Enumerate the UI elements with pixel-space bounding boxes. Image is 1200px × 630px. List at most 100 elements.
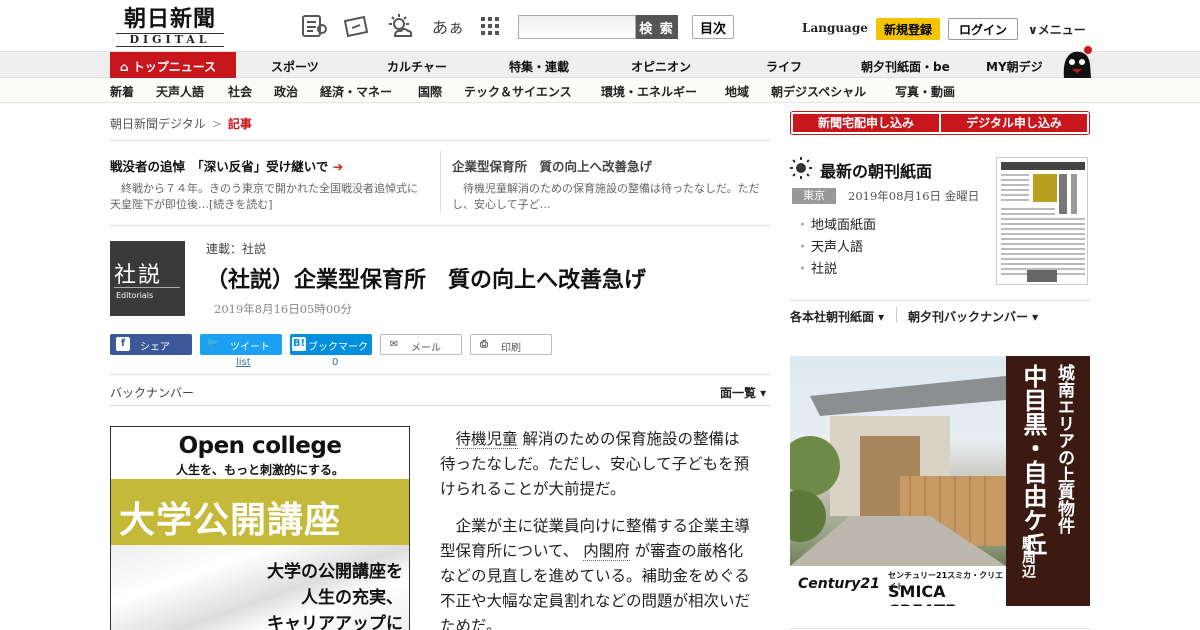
- subnav-special[interactable]: 朝デジスペシャル: [771, 83, 866, 100]
- logo-en: DIGITAL: [116, 33, 224, 47]
- bookmark-count[interactable]: 0: [332, 357, 338, 368]
- subnav-environment[interactable]: 環境・エネルギー: [601, 83, 697, 100]
- real-estate-ad[interactable]: Century21 センチュリー21スミカ・クリエイト SMICA CREATE…: [790, 356, 1090, 606]
- nav-item-my[interactable]: MY朝デジ: [986, 58, 1043, 75]
- edition-dropdown[interactable]: 各本社朝刊紙面 ▾: [790, 308, 884, 325]
- divider: [440, 151, 441, 213]
- divider: [110, 374, 770, 375]
- subnav-tensei[interactable]: 天声人語: [156, 83, 204, 100]
- language-link[interactable]: Language: [802, 21, 868, 35]
- divider: [790, 300, 1090, 301]
- twitter-icon: 🐦: [206, 338, 220, 349]
- nav-item-paper[interactable]: 朝夕刊紙面・be: [861, 58, 950, 75]
- nav-item-life[interactable]: ライフ: [766, 58, 802, 75]
- ad-vertical-text-1: 城南エリアの上質物件: [1054, 364, 1074, 534]
- apps-grid-icon[interactable]: [476, 12, 504, 40]
- ad-brand: SMICA CREATE: [888, 582, 956, 606]
- newspaper-thumbnail-graphic: [1001, 162, 1085, 282]
- front-page-thumbnail[interactable]: [996, 157, 1088, 285]
- open-college-ad[interactable]: Open college 人生を、もっと刺激的にする。 大学公開講座 大学の公開…: [110, 426, 410, 630]
- subnav-tech[interactable]: テック＆サイエンス: [464, 83, 572, 100]
- sun-icon: [790, 157, 812, 179]
- related-title[interactable]: 企業型保育所 質の向上へ改善急げ: [452, 156, 770, 175]
- mascot-icon[interactable]: [1058, 44, 1094, 78]
- ad-band: 大学公開講座: [111, 479, 409, 545]
- breadcrumb-separator: >: [211, 117, 222, 131]
- header-bar: 朝日新聞 DIGITAL あぁ 検 索 目次 Language 新規登録 ログイ…: [0, 0, 1200, 52]
- newspaper-icon[interactable]: [300, 12, 328, 40]
- article-title: （社説）企業型保育所 質の向上へ改善急げ: [206, 268, 647, 293]
- breadcrumb-current: 記事: [227, 117, 252, 131]
- tweet-count[interactable]: list: [236, 357, 251, 368]
- divider: [790, 628, 1090, 629]
- glossary-term[interactable]: 待機児童: [455, 430, 518, 449]
- subscribe-paper-button[interactable]: 新聞宅配申し込み: [793, 114, 939, 132]
- sidebar-link-editorial[interactable]: 社説: [796, 258, 837, 277]
- nav-item-opinion[interactable]: オピニオン: [631, 58, 691, 75]
- print-button[interactable]: ⎙ 印刷: [470, 334, 552, 355]
- subnav-politics[interactable]: 政治: [274, 83, 298, 100]
- ad-title: Open college: [178, 433, 342, 459]
- related-title[interactable]: 戦没者の追悼 「深い反省」受け継いで: [110, 159, 328, 174]
- editorial-thumbnail-en: Editorials: [116, 291, 154, 300]
- subnav-local[interactable]: 地域: [725, 83, 749, 100]
- subnav-new[interactable]: 新着: [110, 83, 134, 100]
- editorial-thumbnail: 社説 Editorials: [110, 241, 185, 316]
- related-article-current[interactable]: 企業型保育所 質の向上へ改善急げ 待機児童解消のための保育施設の整備は待ったなし…: [452, 156, 770, 213]
- morning-edition-date: 2019年08月16日 金曜日: [848, 189, 980, 203]
- century21-logo: Century21: [798, 576, 880, 592]
- print-icon: ⎙: [480, 339, 488, 350]
- related-article-prev[interactable]: 戦没者の追悼 「深い反省」受け継いで ➔ 終戦から７４年。きのう東京で開かれた全…: [110, 156, 428, 213]
- divider: [110, 405, 770, 406]
- nav-item-top-news[interactable]: ⌂ トップニュース: [110, 52, 236, 78]
- nav-item-culture[interactable]: カルチャー: [387, 58, 447, 75]
- search-button[interactable]: 検 索: [636, 15, 678, 39]
- ad-lower: 大学の公開講座を 人生の充実、 キャリアアップに: [111, 545, 409, 630]
- subnav-world[interactable]: 国際: [418, 83, 442, 100]
- backnumber-dropdown[interactable]: 朝夕刊バックナンバー ▾: [908, 308, 1038, 325]
- tweet-button[interactable]: 🐦 ツイート: [200, 334, 282, 355]
- glossary-term[interactable]: 内閣府: [583, 542, 630, 561]
- asahi-logo[interactable]: 朝日新聞 DIGITAL: [110, 7, 230, 47]
- sidebar-link-tensei[interactable]: 天声人語: [796, 236, 863, 255]
- hatena-icon: B!: [292, 337, 306, 351]
- nav-secondary: 新着 天声人語 社会 政治 経済・マネー 国際 テック＆サイエンス 環境・エネル…: [0, 79, 1200, 103]
- ad-band-text: 大学公開講座: [119, 499, 342, 541]
- home-icon: ⌂: [120, 60, 133, 74]
- series-label[interactable]: 連載：社説: [206, 240, 266, 257]
- morning-edition-title[interactable]: 最新の朝刊紙面: [820, 158, 932, 182]
- mail-icon: ✉: [389, 339, 399, 350]
- divider: [110, 140, 770, 141]
- back-number-label: バックナンバー: [110, 386, 195, 400]
- login-button[interactable]: ログイン: [948, 18, 1018, 40]
- house-photo: [790, 356, 1006, 566]
- facebook-icon: f: [116, 337, 130, 351]
- signup-button[interactable]: 新規登録: [876, 18, 940, 40]
- ad-line: キャリアアップに: [267, 614, 403, 630]
- font-size-toggle[interactable]: あぁ: [432, 14, 464, 38]
- sidebar-link-local[interactable]: 地域面紙面: [796, 214, 876, 233]
- facebook-share-button[interactable]: f シェア: [110, 334, 192, 355]
- page-list-dropdown[interactable]: 面一覧 ▾: [720, 384, 766, 401]
- search-input[interactable]: [518, 15, 636, 39]
- ad-vertical-text-2: 中目黒・自由ケ丘: [1019, 364, 1047, 556]
- article-paragraph: 待機児童 解消のための保育施設の整備は待ったなしだ。ただし、安心して子どもを預け…: [440, 430, 750, 498]
- ad-line: 人生の充実、: [301, 588, 403, 608]
- weather-icon[interactable]: [386, 12, 414, 40]
- subscribe-digital-button[interactable]: デジタル申し込み: [941, 114, 1087, 132]
- related-summary: 終戦から７４年。きのう東京で開かれた全国戦没者追悼式に天皇陛下が即位後…[続きを…: [110, 182, 418, 211]
- toc-button[interactable]: 目次: [692, 15, 734, 39]
- mail-button[interactable]: ✉ メール: [380, 334, 462, 355]
- hatena-bookmark-button[interactable]: B! ブックマーク: [290, 334, 372, 355]
- article-body: 待機児童 解消のための保育施設の整備は待ったなしだ。ただし、安心して子どもを預け…: [440, 427, 750, 630]
- nav-item-features[interactable]: 特集・連載: [509, 58, 569, 75]
- menu-button[interactable]: ∨メニュー: [1028, 21, 1086, 38]
- subnav-society[interactable]: 社会: [228, 83, 252, 100]
- breadcrumb-root[interactable]: 朝日新聞デジタル: [110, 117, 206, 131]
- subnav-economy[interactable]: 経済・マネー: [320, 83, 392, 100]
- subnav-photo[interactable]: 写真・動画: [895, 83, 955, 100]
- mail-magazine-icon[interactable]: [342, 12, 370, 40]
- nav-item-sports[interactable]: スポーツ: [271, 58, 319, 75]
- house-illustration: [790, 376, 1006, 566]
- ad-subtitle: 人生を、もっと刺激的にする。: [175, 463, 345, 477]
